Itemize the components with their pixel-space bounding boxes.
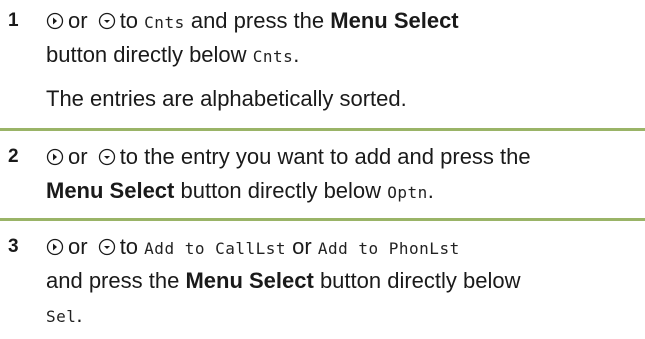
step-3-line-2: and press the Menu Select button directl… — [46, 268, 521, 293]
step-1-line-1: or to Cnts and press the Menu Select — [46, 6, 459, 38]
step-number: 3 — [8, 236, 19, 257]
nav-left-icon — [98, 148, 115, 166]
nav-left-icon — [98, 12, 115, 30]
step-1-note: The entries are alphabetically sorted. — [46, 86, 407, 111]
step-2-line-1: or to the entry you want to add and pres… — [46, 142, 531, 172]
nav-right-icon — [46, 238, 64, 256]
code-text: Add to CallLst — [144, 239, 287, 258]
code-text: Cnts — [252, 47, 294, 66]
step-2-line-2: Menu Select button directly below Optn. — [46, 178, 434, 203]
code-text: Cnts — [144, 13, 185, 32]
step-3-line-3: Sel. — [46, 302, 83, 327]
nav-right-icon — [46, 148, 64, 166]
step-number: 1 — [8, 10, 19, 31]
nav-right-icon — [46, 12, 64, 30]
code-text: Optn — [387, 183, 428, 202]
code-text: Sel — [46, 307, 77, 326]
code-text: Add to PhonLst — [317, 239, 460, 258]
step-3-line-1: or to Add to CallLst or Add to PhonLst — [46, 232, 460, 264]
nav-left-icon — [98, 238, 115, 256]
step-1-line-2: button directly below Cnts. — [46, 42, 300, 67]
step-number: 2 — [8, 146, 19, 167]
divider — [0, 128, 645, 131]
divider — [0, 218, 645, 221]
